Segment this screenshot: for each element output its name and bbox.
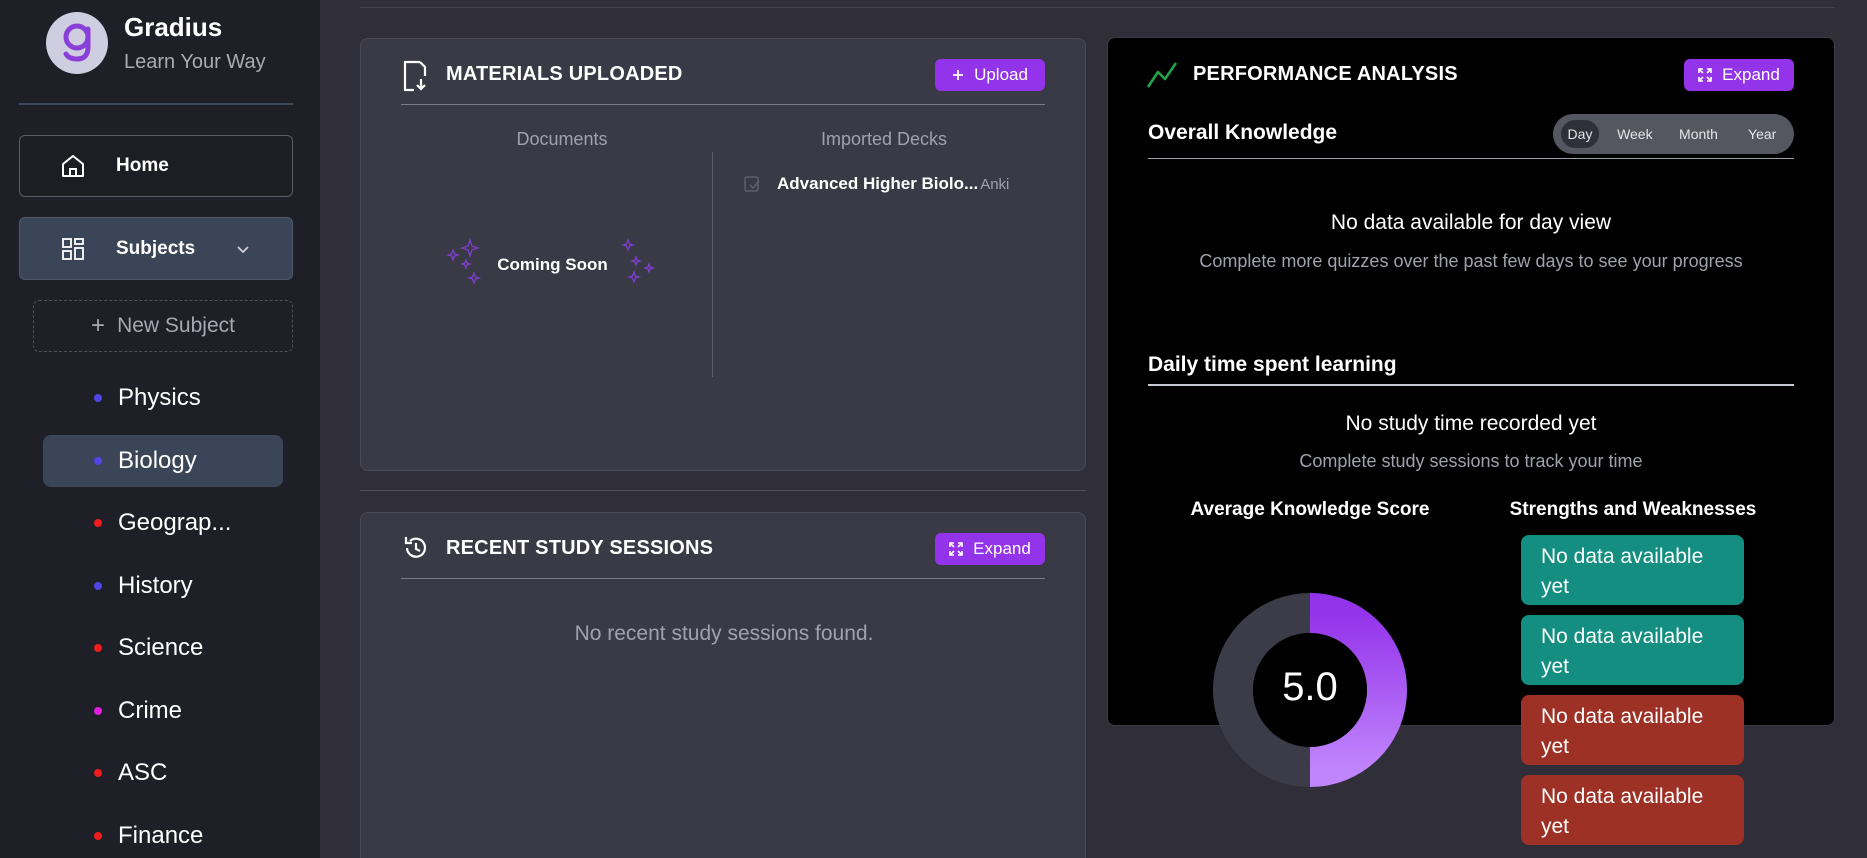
no-time-title: No study time recorded yet	[1345, 412, 1597, 435]
strengths-weaknesses-heading: Strengths and Weaknesses	[1509, 499, 1757, 520]
weakness-item: No data available yet	[1521, 695, 1744, 765]
weakness-item: No data available yet	[1521, 775, 1744, 845]
deck-source: Anki	[980, 175, 1010, 193]
subject-label: ASC	[118, 759, 168, 786]
materials-divider	[401, 104, 1045, 105]
brand-title: Gradius	[124, 12, 223, 42]
expand-icon	[1698, 68, 1712, 82]
document-download-icon	[402, 60, 428, 97]
no-time-subtitle: Complete study sessions to track your ti…	[1299, 451, 1643, 471]
period-month-tab[interactable]: Month	[1667, 126, 1731, 142]
nav-subjects-button[interactable]: Subjects	[19, 217, 293, 280]
sparkle-icon	[620, 238, 660, 297]
no-data-title: No data available for day view	[1330, 211, 1612, 234]
subject-item-physics[interactable]: Physics	[43, 372, 283, 424]
new-subject-button[interactable]: + New Subject	[33, 300, 293, 352]
expand-label: Expand	[1722, 65, 1780, 84]
home-icon	[60, 153, 86, 179]
subject-label: Crime	[118, 697, 182, 724]
upload-label: Upload	[974, 65, 1028, 84]
section-divider	[360, 490, 1086, 491]
sparkle-icon	[444, 237, 484, 297]
subject-color-dot	[94, 832, 102, 840]
recent-expand-button[interactable]: Expand	[935, 533, 1045, 565]
period-week-tab[interactable]: Week	[1603, 126, 1667, 142]
subject-label: History	[118, 572, 193, 599]
brand[interactable]: Gradius Learn Your Way	[46, 12, 266, 74]
period-year-tab[interactable]: Year	[1730, 126, 1794, 142]
plus-icon	[952, 69, 964, 81]
coming-soon-label: Coming Soon	[497, 255, 608, 274]
overall-divider	[1148, 158, 1794, 159]
deck-item[interactable]: Advanced Higher Biolo... Anki	[743, 174, 1009, 194]
sidebar-divider	[19, 103, 293, 105]
subject-color-dot	[94, 582, 102, 590]
grid-icon	[60, 236, 86, 262]
average-knowledge-heading: Average Knowledge Score	[1190, 499, 1430, 520]
materials-title: MATERIALS UPLOADED	[446, 63, 683, 85]
subject-label: Finance	[118, 822, 204, 849]
strength-item: No data available yet	[1521, 615, 1744, 685]
subject-color-dot	[94, 644, 102, 652]
subject-label: Physics	[118, 384, 201, 411]
performance-expand-button[interactable]: Expand	[1684, 59, 1794, 91]
subject-item-finance[interactable]: Finance	[43, 810, 283, 858]
subject-item-science[interactable]: Science	[43, 622, 283, 674]
documents-header: Documents	[516, 129, 608, 149]
strength-item: No data available yet	[1521, 535, 1744, 605]
top-divider	[360, 7, 1835, 8]
upload-button[interactable]: Upload	[935, 59, 1045, 91]
subject-item-biology[interactable]: Biology	[43, 435, 283, 487]
daily-time-heading: Daily time spent learning	[1148, 353, 1397, 376]
plus-icon: +	[91, 312, 106, 339]
daily-divider	[1148, 384, 1794, 386]
nav-subjects-label: Subjects	[116, 237, 196, 259]
brand-logo	[46, 12, 108, 74]
subject-color-dot	[94, 519, 102, 527]
subject-color-dot	[94, 457, 102, 465]
sidebar: Gradius Learn Your Way Home Subjects + N…	[0, 0, 320, 858]
subject-color-dot	[94, 394, 102, 402]
subject-label: Geograp...	[118, 509, 232, 536]
subject-color-dot	[94, 707, 102, 715]
no-data-subtitle: Complete more quizzes over the past few …	[1199, 251, 1743, 271]
subject-item-geography[interactable]: Geograp...	[43, 497, 283, 549]
deck-icon	[743, 175, 761, 193]
new-subject-label: New Subject	[117, 314, 235, 337]
chevron-down-icon[interactable]	[236, 238, 250, 260]
period-day-tab[interactable]: Day	[1561, 120, 1599, 148]
imported-decks-header: Imported Decks	[820, 129, 948, 149]
subject-item-history[interactable]: History	[43, 560, 283, 612]
subject-item-crime[interactable]: Crime	[43, 685, 283, 737]
recent-sessions-title: RECENT STUDY SESSIONS	[446, 537, 714, 559]
trend-icon	[1146, 60, 1178, 95]
subject-item-asc[interactable]: ASC	[43, 747, 283, 799]
deck-name: Advanced Higher Biolo...	[777, 174, 979, 193]
expand-icon	[949, 542, 963, 556]
nav-home-label: Home	[116, 155, 169, 176]
recent-divider	[401, 578, 1045, 579]
subject-label: Science	[118, 634, 204, 661]
expand-label: Expand	[973, 539, 1031, 558]
knowledge-score-value: 5.0	[1282, 665, 1338, 709]
history-icon	[402, 534, 430, 567]
column-divider	[712, 152, 713, 377]
subject-color-dot	[94, 769, 102, 777]
brand-subtitle: Learn Your Way	[124, 51, 266, 73]
overall-knowledge-heading: Overall Knowledge	[1148, 121, 1338, 144]
recent-empty-text: No recent study sessions found.	[574, 622, 874, 645]
subject-label: Biology	[118, 447, 197, 474]
performance-title: PERFORMANCE ANALYSIS	[1193, 63, 1458, 85]
nav-home-button[interactable]: Home	[19, 135, 293, 197]
period-selector: Day Week Month Year	[1553, 114, 1794, 154]
